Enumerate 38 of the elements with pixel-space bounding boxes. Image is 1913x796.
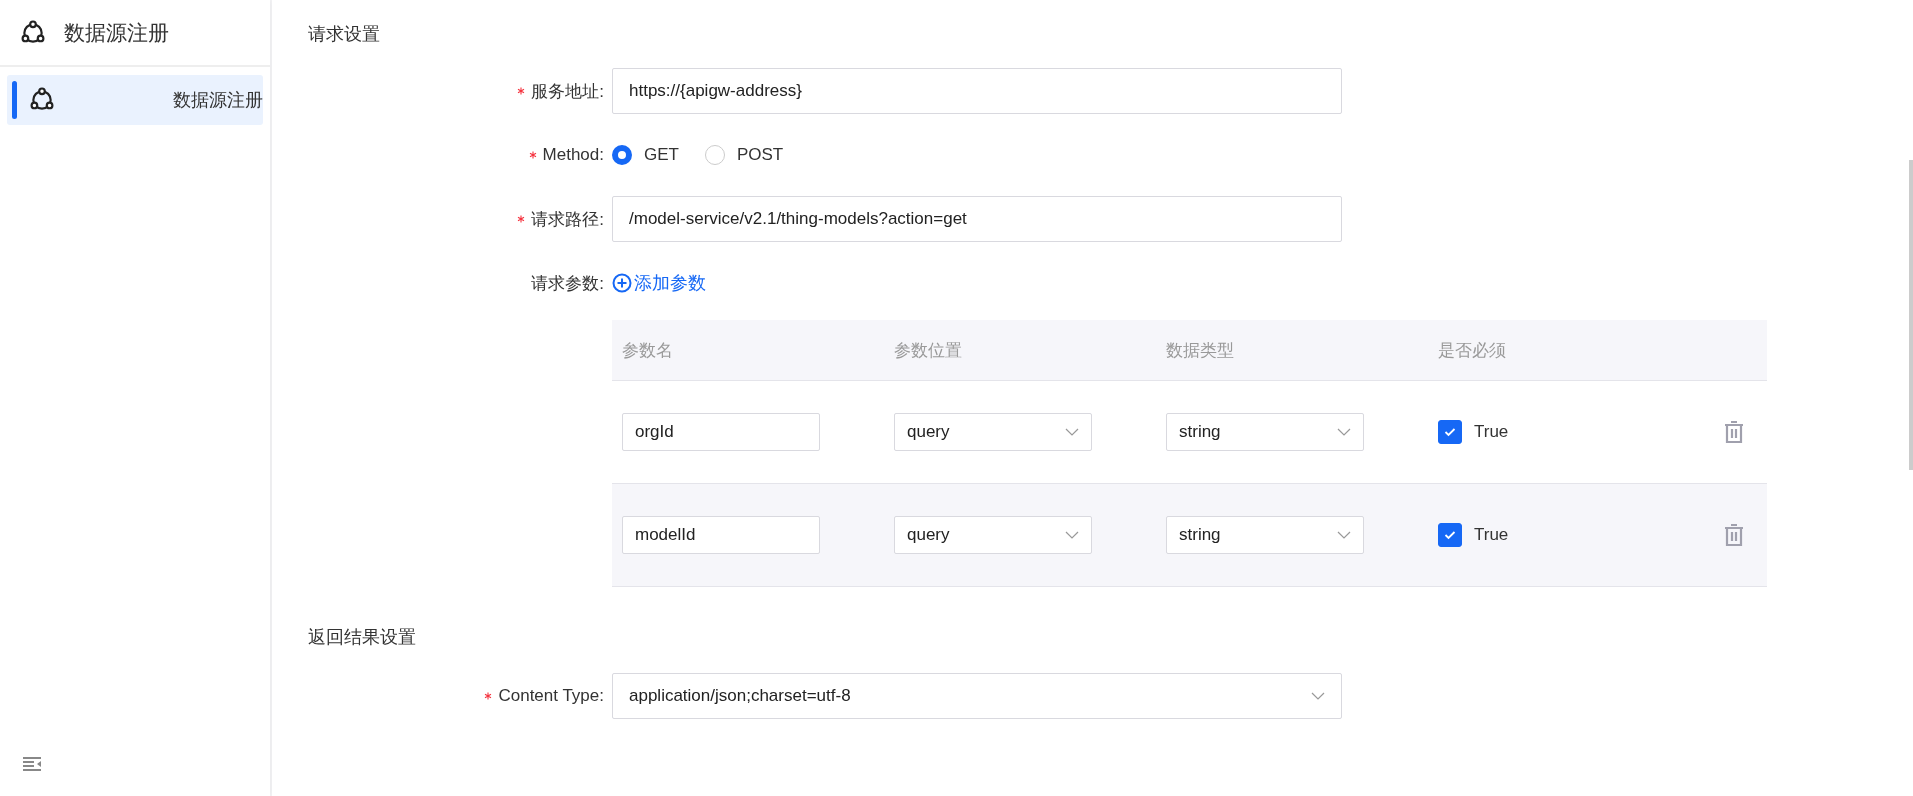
nodes-circle-icon — [20, 19, 46, 46]
chevron-down-icon — [1311, 692, 1325, 700]
column-header: 参数位置 — [893, 339, 963, 362]
radio-option[interactable]: POST — [704, 145, 784, 165]
text-field[interactable]: https://{apigw-address} — [612, 68, 1342, 114]
type-select[interactable]: string — [1166, 413, 1364, 451]
trash-icon[interactable] — [1723, 421, 1744, 443]
chevron-down-icon — [1337, 428, 1351, 436]
add-parameter-link[interactable]: 添加参数 — [612, 271, 706, 295]
section-title: 返回结果设置 — [308, 626, 417, 649]
field-label: 请求路径: — [531, 208, 604, 231]
trash-icon[interactable] — [1723, 524, 1744, 546]
field-label: 请求参数: — [531, 272, 604, 295]
column-header: 数据类型 — [1165, 339, 1235, 362]
chevron-down-icon — [1065, 531, 1079, 539]
field-label: Method: — [542, 145, 604, 165]
select-field[interactable]: application/json;charset=utf-8 — [612, 673, 1342, 719]
chevron-down-icon — [1065, 428, 1079, 436]
section-title: 请求设置 — [308, 23, 381, 46]
app-title: 数据源注册 — [64, 19, 169, 46]
column-header: 是否必须 — [1437, 339, 1507, 362]
column-header: 参数名 — [621, 339, 674, 362]
required-checkbox[interactable]: True — [1438, 420, 1700, 444]
field-label: Content Type: — [498, 686, 604, 706]
position-select[interactable]: query — [894, 413, 1092, 451]
type-select[interactable]: string — [1166, 516, 1364, 554]
nodes-circle-icon — [29, 87, 55, 113]
plus-circle-icon — [612, 273, 632, 293]
parameter-name-field[interactable]: modelId — [622, 516, 820, 554]
required-checkbox[interactable]: True — [1438, 523, 1700, 547]
field-label: 服务地址: — [531, 80, 604, 103]
collapse-menu-icon[interactable] — [22, 756, 42, 772]
position-select[interactable]: query — [894, 516, 1092, 554]
radio-option[interactable]: GET — [612, 145, 679, 165]
chevron-down-icon — [1337, 531, 1351, 539]
sidebar-item[interactable]: 数据源注册 — [7, 75, 263, 125]
parameter-name-field[interactable]: orgId — [622, 413, 820, 451]
text-field[interactable]: /model-service/v2.1/thing-models?action=get — [612, 196, 1342, 242]
